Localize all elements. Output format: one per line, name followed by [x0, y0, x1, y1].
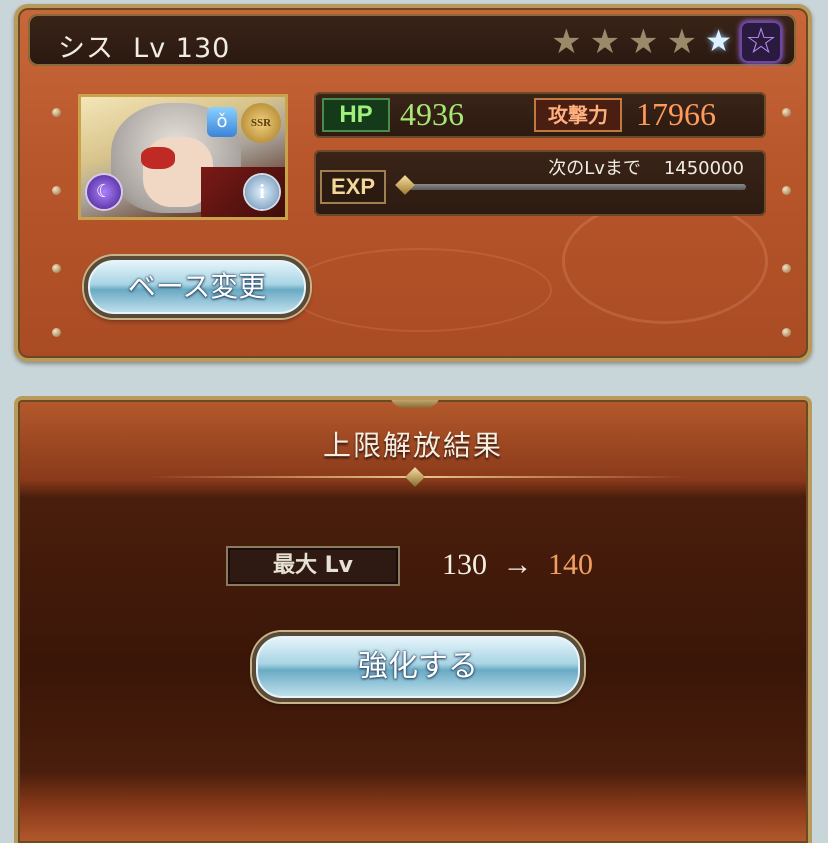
exp-progress-marker	[395, 175, 415, 195]
divider-jewel-icon	[405, 467, 425, 487]
next-level-text: 次のLvまで 1450000	[548, 154, 744, 180]
star-bronze-icon: ★	[589, 22, 621, 62]
enhance-button[interactable]: 強化する	[252, 632, 584, 702]
rivet-icon	[782, 264, 791, 273]
rivet-icon	[52, 108, 61, 117]
stats-row: HP 4936 攻撃力 17966	[314, 92, 766, 138]
hp-label: HP	[322, 98, 390, 132]
star-bronze-icon: ★	[628, 22, 659, 62]
exp-progress-bar	[408, 184, 746, 190]
star-purple-icon: ☆	[740, 21, 782, 63]
uncap-result-panel: 上限解放結果 最大 Lv 130 → 140 強化する	[14, 396, 812, 843]
next-level-label: 次のLvまで	[548, 158, 641, 179]
ornament-icon	[390, 400, 440, 408]
attack-value: 17966	[636, 96, 716, 132]
panel-decoration	[288, 248, 552, 332]
panel-decoration	[562, 198, 768, 324]
info-icon[interactable]: i	[245, 175, 279, 209]
rivet-icon	[782, 186, 791, 195]
level-label: Lv	[133, 33, 167, 64]
old-max-level: 130	[442, 548, 487, 581]
portrait-mask	[141, 147, 175, 169]
star-blue-icon: ★	[705, 24, 732, 59]
star-bronze-icon: ★	[666, 22, 698, 62]
rivet-icon	[52, 186, 61, 195]
uncap-stars: ★ ★ ★ ★ ★ ☆	[551, 21, 782, 63]
star-bronze-icon: ★	[551, 22, 582, 62]
base-change-button[interactable]: ベース変更	[84, 256, 310, 318]
ring-icon: ǒ	[207, 107, 237, 137]
rivet-icon	[782, 328, 791, 337]
attack-label: 攻撃力	[534, 98, 622, 132]
rivet-icon	[52, 328, 61, 337]
arrow-right-icon: →	[502, 548, 533, 581]
dark-element-icon: ☾	[87, 175, 121, 209]
level-change: 130 → 140	[442, 548, 593, 582]
rivet-icon	[782, 108, 791, 117]
exp-label: EXP	[320, 170, 386, 204]
rivet-icon	[52, 264, 61, 273]
character-title: シス Lv 130	[58, 26, 230, 65]
character-panel: シス Lv 130 ★ ★ ★ ★ ★ ☆ ǒ SSR ☾ i HP 4936 …	[14, 4, 812, 362]
level-value: 130	[175, 33, 231, 64]
next-level-exp: 1450000	[663, 158, 744, 179]
character-name: シス	[58, 33, 114, 64]
new-max-level: 140	[548, 548, 593, 581]
result-title: 上限解放結果	[322, 429, 503, 462]
rarity-badge: SSR	[241, 103, 281, 143]
character-name-bar: シス Lv 130 ★ ★ ★ ★ ★ ☆	[28, 14, 796, 66]
hp-value: 4936	[400, 96, 464, 132]
exp-row: EXP 次のLvまで 1450000	[314, 150, 766, 216]
max-level-label: 最大 Lv	[226, 546, 400, 586]
character-portrait[interactable]: ǒ SSR ☾ i	[78, 94, 288, 220]
